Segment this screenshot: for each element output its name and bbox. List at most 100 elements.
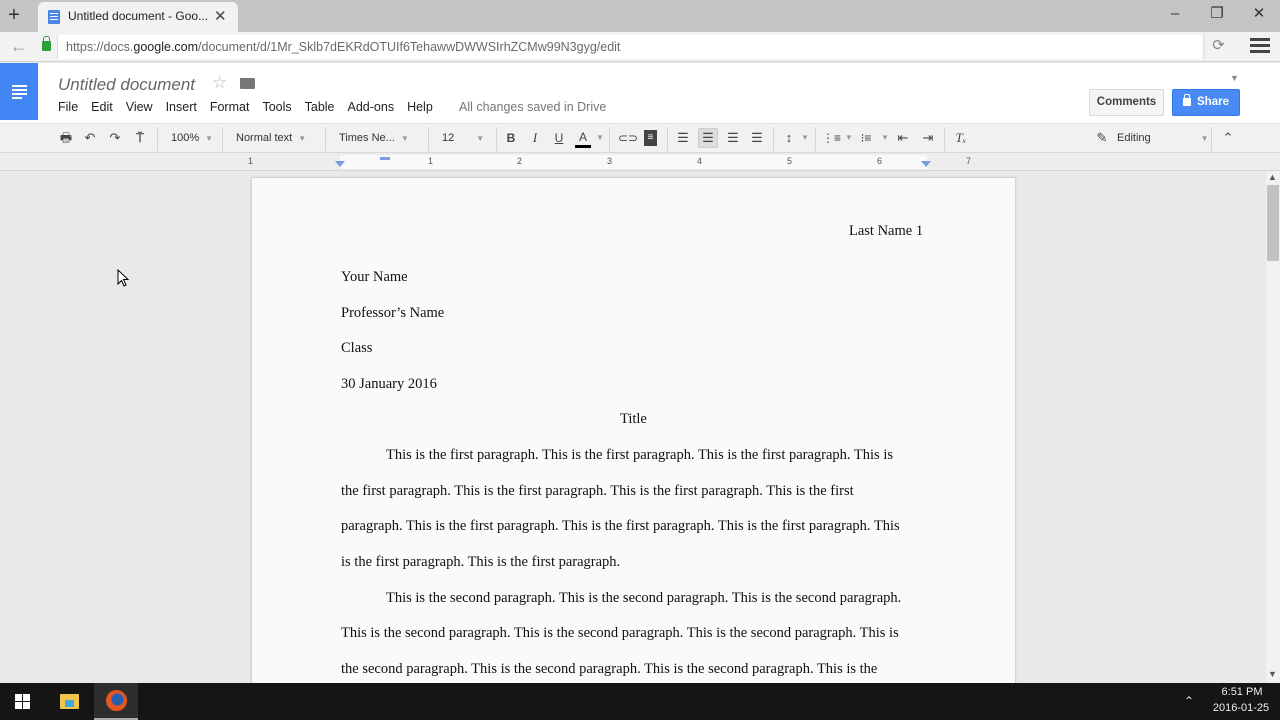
address-bar[interactable]: https://docs.google.com/document/d/1Mr_S…: [57, 35, 1202, 59]
save-status[interactable]: All changes saved in Drive: [459, 100, 606, 114]
menu-view[interactable]: View: [126, 100, 153, 114]
toolbar-divider: [428, 127, 429, 151]
zoom-select[interactable]: 100% ▼: [171, 124, 213, 152]
paragraph-line[interactable]: the first paragraph. This is the first p…: [341, 483, 854, 500]
document-page[interactable]: Last Name 1 Your Name Professor’s Name C…: [251, 177, 1016, 697]
menu-edit[interactable]: Edit: [91, 100, 113, 114]
collapse-toolbar-icon[interactable]: ⌃: [1220, 130, 1236, 146]
document-title-text[interactable]: Title: [620, 411, 647, 428]
first-line-indent-marker[interactable]: [380, 157, 390, 160]
mouse-cursor-icon: [117, 269, 129, 287]
menu-help[interactable]: Help: [407, 100, 433, 114]
insert-link-icon[interactable]: ⊂⊃: [618, 130, 638, 146]
font-size-select[interactable]: 12 ▼: [442, 124, 490, 152]
ruler-number: 1: [248, 156, 254, 166]
print-icon[interactable]: 🖶: [58, 130, 74, 146]
taskbar-firefox[interactable]: [94, 683, 138, 720]
clock-time[interactable]: 6:51 PM: [1218, 686, 1266, 698]
docs-header: Untitled document ☆ File Edit View Insert Fo…: [0, 63, 1280, 123]
italic-button[interactable]: I: [527, 130, 543, 146]
paragraph-line[interactable]: the second paragraph. This is the second…: [341, 661, 877, 678]
line-spacing-icon[interactable]: ↕: [781, 130, 797, 146]
class-line[interactable]: Class: [341, 340, 372, 357]
bulleted-list-dropdown-icon[interactable]: ▼: [881, 124, 889, 152]
browser-menu-icon[interactable]: [1250, 38, 1270, 54]
align-right-icon[interactable]: ☰: [725, 130, 741, 146]
scroll-down-icon[interactable]: ▼: [1268, 669, 1277, 679]
show-hidden-icons-chevron-icon[interactable]: ⌃: [1184, 694, 1194, 708]
docs-home-icon[interactable]: [0, 63, 38, 120]
paragraph-line[interactable]: paragraph. This is the first paragraph. …: [341, 518, 900, 535]
undo-icon[interactable]: ↶: [82, 130, 98, 146]
paragraph-line[interactable]: This is the second paragraph. This is th…: [341, 625, 899, 642]
toolbar-divider: [325, 127, 326, 151]
menu-file[interactable]: File: [58, 100, 78, 114]
formatting-toolbar: 🖶 ↶ ↷ ⍑ 100% ▼ Normal text ▼ Times Ne... ▼ …: [0, 123, 1280, 153]
decrease-indent-icon[interactable]: ⇤: [895, 130, 911, 146]
increase-indent-icon[interactable]: ⇥: [920, 130, 936, 146]
bold-button[interactable]: B: [503, 130, 519, 146]
share-button[interactable]: Share: [1172, 89, 1240, 116]
back-arrow-icon[interactable]: ←: [10, 36, 28, 57]
paragraph-line[interactable]: This is the second paragraph. This is th…: [386, 590, 901, 607]
menu-insert[interactable]: Insert: [166, 100, 197, 114]
minimize-button[interactable]: –: [1160, 4, 1190, 24]
style-select[interactable]: Normal text ▼: [236, 124, 306, 152]
align-center-icon[interactable]: ☰: [698, 128, 718, 148]
toolbar-divider: [667, 127, 668, 151]
ruler: 1 1 2 3 4 5 6 7: [0, 153, 1280, 171]
clock-date[interactable]: 2016-01-25: [1208, 702, 1274, 714]
ruler-number: 3: [607, 156, 613, 166]
scroll-up-icon[interactable]: ▲: [1268, 172, 1277, 182]
new-tab-button[interactable]: +: [5, 4, 23, 26]
window-close-button[interactable]: ✕: [1244, 4, 1274, 24]
windows-start-icon[interactable]: [15, 694, 31, 710]
reload-icon[interactable]: ⟳: [1204, 33, 1232, 59]
author-line[interactable]: Your Name: [341, 269, 408, 286]
vertical-scrollbar[interactable]: ▲ ▼: [1266, 171, 1280, 683]
align-left-icon[interactable]: ☰: [675, 130, 691, 146]
menu-addons[interactable]: Add-ons: [348, 100, 395, 114]
underline-button[interactable]: U: [551, 130, 567, 146]
document-title[interactable]: Untitled document: [58, 75, 195, 95]
paint-format-icon[interactable]: ⍑: [132, 130, 148, 146]
line-spacing-dropdown-icon[interactable]: ▼: [801, 124, 809, 152]
browser-tab[interactable]: Untitled document - Goo... ✕: [38, 2, 238, 32]
pencil-icon: ✎: [1096, 130, 1108, 145]
right-indent-marker[interactable]: [921, 161, 931, 167]
left-indent-marker[interactable]: [335, 161, 345, 167]
bulleted-list-icon[interactable]: ⁝≡: [858, 130, 874, 146]
paragraph-line[interactable]: This is the first paragraph. This is the…: [386, 447, 893, 464]
clear-formatting-icon[interactable]: Tₓ: [953, 130, 969, 146]
redo-icon[interactable]: ↷: [107, 130, 123, 146]
menu-bar: File Edit View Insert Format Tools Table Add-on…: [58, 100, 446, 114]
paragraph-line[interactable]: is the first paragraph. This is the firs…: [341, 554, 620, 571]
menu-format[interactable]: Format: [210, 100, 250, 114]
restore-button[interactable]: ❐: [1202, 4, 1232, 24]
tab-title: Untitled document - Goo...: [68, 9, 209, 23]
collapse-header-caret-icon[interactable]: ▼: [1230, 73, 1239, 83]
page-header[interactable]: Last Name 1: [849, 223, 923, 240]
align-justify-icon[interactable]: ☰: [749, 130, 765, 146]
date-line[interactable]: 30 January 2016: [341, 376, 437, 393]
file-explorer-icon[interactable]: [60, 694, 79, 709]
toolbar-divider: [222, 127, 223, 151]
star-icon[interactable]: ☆: [212, 73, 227, 93]
editing-mode-select[interactable]: Editing ▼: [1117, 124, 1209, 152]
scrollbar-thumb[interactable]: [1267, 185, 1279, 261]
menu-tools[interactable]: Tools: [262, 100, 291, 114]
share-lock-icon: [1183, 94, 1191, 106]
browser-tab-strip: + Untitled document - Goo... ✕ – ❐ ✕: [0, 0, 1280, 32]
numbered-list-dropdown-icon[interactable]: ▼: [845, 124, 853, 152]
text-color-dropdown-icon[interactable]: ▼: [596, 124, 604, 152]
secure-lock-icon: [42, 36, 51, 51]
numbered-list-icon[interactable]: ⋮≡: [822, 130, 841, 146]
text-color-button[interactable]: A: [575, 130, 591, 148]
font-select[interactable]: Times Ne... ▼: [339, 124, 409, 152]
professor-line[interactable]: Professor’s Name: [341, 305, 444, 322]
comments-button[interactable]: Comments: [1089, 89, 1164, 116]
menu-table[interactable]: Table: [305, 100, 335, 114]
folder-icon[interactable]: [240, 78, 255, 89]
insert-comment-icon[interactable]: ≡: [644, 130, 657, 146]
tab-close-icon[interactable]: ✕: [214, 7, 227, 25]
